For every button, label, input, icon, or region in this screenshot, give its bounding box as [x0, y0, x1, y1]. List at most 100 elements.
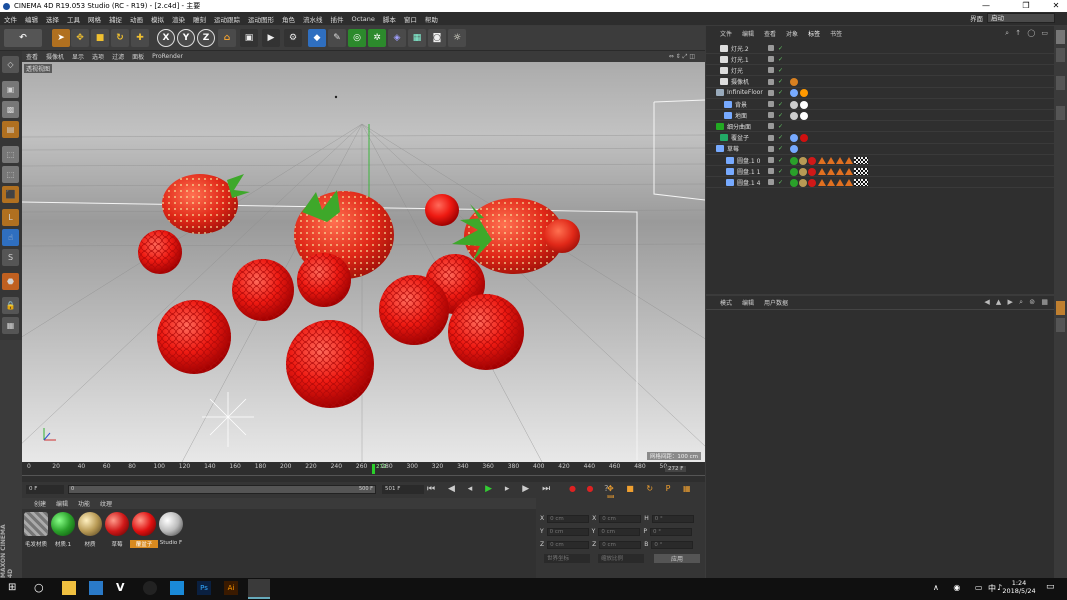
material-tag-icon[interactable]: [808, 167, 816, 176]
selection-tag-icon[interactable]: [836, 179, 844, 187]
menu-item[interactable]: 运动跟踪: [210, 14, 244, 24]
enabled-check-icon[interactable]: ✓: [778, 179, 783, 186]
object-row[interactable]: 圆盘.1 1 ✓: [706, 166, 1054, 178]
material-tag-icon[interactable]: [800, 100, 808, 109]
model-mode-icon[interactable]: ▣: [2, 81, 19, 98]
enabled-check-icon[interactable]: ✓: [778, 67, 783, 74]
material-tag-icon[interactable]: [799, 167, 807, 176]
material-tag-icon[interactable]: [790, 100, 798, 109]
selection-tag-icon[interactable]: [827, 179, 835, 187]
selection-tag-icon[interactable]: [818, 168, 826, 176]
tab-layers[interactable]: [1056, 106, 1065, 120]
enabled-check-icon[interactable]: ✓: [778, 45, 783, 52]
menu-item[interactable]: 工具: [63, 14, 84, 24]
apply-button[interactable]: 应用: [654, 554, 700, 563]
uvw-tag-icon[interactable]: [861, 168, 868, 176]
material-tag-icon[interactable]: [808, 178, 816, 187]
timeline[interactable]: 0 20 40 60 80 100 120 140 160 180 200 220 240 260 280 3…: [22, 462, 705, 482]
uvw-tag-icon[interactable]: [854, 168, 861, 176]
menu-item[interactable]: 插件: [327, 14, 348, 24]
material-tag-icon[interactable]: [790, 178, 798, 187]
visibility-toggle[interactable]: [768, 168, 774, 175]
visibility-toggle[interactable]: [768, 123, 774, 130]
material-swatch-hair[interactable]: [24, 512, 48, 536]
pos-y-field[interactable]: 0 cm: [546, 528, 589, 536]
obj-tab-file[interactable]: 文件: [720, 29, 732, 41]
rot-b-field[interactable]: 0 °: [651, 541, 694, 549]
menu-item[interactable]: 帮助: [421, 14, 442, 24]
y-axis-icon[interactable]: Y: [177, 29, 195, 47]
scale-tool-icon[interactable]: ■: [91, 29, 109, 47]
enabled-check-icon[interactable]: ✓: [778, 134, 783, 141]
material-tag-icon[interactable]: [790, 111, 798, 120]
search-icon[interactable]: ○: [34, 581, 44, 594]
visibility-toggle[interactable]: [768, 45, 774, 51]
start-frame-field[interactable]: 0 F: [26, 485, 64, 494]
lock-workplane-icon[interactable]: 🔒: [2, 297, 19, 314]
object-row[interactable]: 灯光 ✓: [706, 65, 1054, 77]
rot-p-field[interactable]: 0 °: [649, 528, 692, 536]
selection-tag-icon[interactable]: [827, 168, 835, 176]
menu-item[interactable]: 文件: [0, 14, 21, 24]
tab-content[interactable]: [1056, 48, 1065, 62]
render-region-icon[interactable]: ▣: [240, 29, 258, 47]
material-tag-icon[interactable]: [790, 167, 798, 176]
object-row[interactable]: 摄像机 ✓: [706, 77, 1054, 88]
cube-icon[interactable]: ◆: [308, 29, 326, 47]
points-mode-icon[interactable]: ⬚: [2, 146, 19, 163]
render-view-icon[interactable]: ▶: [262, 29, 280, 47]
menu-item[interactable]: Octane: [348, 15, 379, 23]
texture-mode-icon[interactable]: ▩: [2, 101, 19, 118]
material-swatch-1[interactable]: [51, 512, 75, 536]
viewport-menu-view[interactable]: 查看: [22, 52, 42, 61]
add-tool-icon[interactable]: ✚: [131, 29, 149, 47]
enabled-check-icon[interactable]: ✓: [778, 101, 783, 108]
polygons-mode-icon[interactable]: ⬛: [2, 186, 19, 203]
material-tag-icon[interactable]: [800, 111, 808, 120]
floor-icon[interactable]: ▦: [408, 29, 426, 47]
tag-icon[interactable]: [790, 134, 798, 143]
size-x-field[interactable]: 0 cm: [599, 515, 642, 523]
deformer-icon[interactable]: ◈: [388, 29, 406, 47]
layout-select[interactable]: 启动: [987, 13, 1055, 23]
selection-tag-icon[interactable]: [827, 157, 835, 164]
material-tag-icon[interactable]: [800, 134, 808, 143]
coordinate-system-icon[interactable]: ⌂: [218, 29, 236, 47]
material-swatch-strawberry[interactable]: [105, 512, 129, 536]
object-row[interactable]: 覆盆子 ✓: [706, 133, 1054, 144]
rot-h-field[interactable]: 0 °: [651, 515, 694, 523]
notification-icon[interactable]: ▭: [1046, 582, 1055, 592]
object-row[interactable]: 灯光.1 ✓: [706, 54, 1054, 66]
visibility-toggle[interactable]: [768, 89, 774, 96]
tag-icon[interactable]: [790, 145, 798, 154]
attr-tab-userdata[interactable]: 用户数据: [764, 298, 788, 309]
object-row[interactable]: 地面 ✓: [706, 110, 1054, 122]
material-swatch-studio[interactable]: [159, 512, 183, 536]
menu-item[interactable]: 角色: [278, 14, 299, 24]
timeline-end[interactable]: 272 F: [665, 466, 687, 472]
viewport-menu-panel[interactable]: 面板: [128, 52, 148, 61]
close-button[interactable]: ✕: [1045, 0, 1067, 12]
cinema4d-taskbar-icon[interactable]: [248, 579, 270, 599]
record-controls[interactable]: ● ● ?: [569, 484, 612, 493]
object-row[interactable]: 圆盘.1 4 ✓: [706, 177, 1054, 189]
pen-icon[interactable]: ✎: [328, 29, 346, 47]
menu-item[interactable]: 窗口: [400, 14, 421, 24]
enabled-check-icon[interactable]: ✓: [778, 78, 783, 85]
object-row[interactable]: 背景 ✓: [706, 99, 1054, 110]
cloner-icon[interactable]: ✲: [368, 29, 386, 47]
undo-button[interactable]: ↶: [4, 29, 42, 47]
viewport-menu-options[interactable]: 选项: [88, 52, 108, 61]
viewport-menu-display[interactable]: 显示: [68, 52, 88, 61]
menu-item[interactable]: 脚本: [379, 14, 400, 24]
enabled-check-icon[interactable]: ✓: [778, 145, 783, 152]
obj-tab-tags[interactable]: 标签: [808, 29, 820, 41]
soft-selection-icon[interactable]: ⬣: [2, 273, 19, 290]
visibility-toggle[interactable]: [768, 78, 774, 85]
uvw-tag-icon[interactable]: [854, 179, 861, 187]
attr-tab-mode[interactable]: 模式: [720, 298, 732, 309]
size-z-field[interactable]: 0 cm: [599, 541, 642, 549]
obj-tab-bookmarks[interactable]: 书签: [830, 29, 842, 41]
photoshop-icon[interactable]: Ps: [197, 581, 211, 595]
menu-item[interactable]: 流水线: [299, 14, 327, 24]
